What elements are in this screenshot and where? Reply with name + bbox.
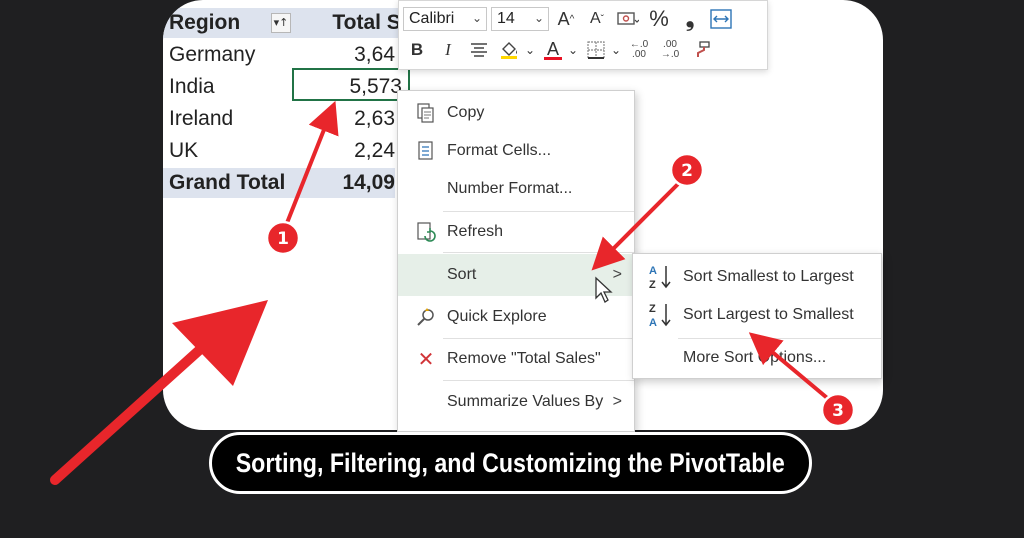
title-banner: Sorting, Filtering, and Customizing the … bbox=[209, 432, 812, 494]
callout-arrow bbox=[748, 332, 834, 404]
callout-badge-2: 2 bbox=[669, 152, 705, 188]
callout-number: 1 bbox=[277, 229, 289, 249]
banner-title: Sorting, Filtering, and Customizing the … bbox=[235, 447, 786, 478]
callout-number: 3 bbox=[832, 401, 844, 421]
callout-number: 2 bbox=[681, 161, 693, 181]
callout-badge-1: 1 bbox=[265, 220, 301, 256]
callout-badge-3: 3 bbox=[820, 392, 856, 428]
large-pointer-arrowhead bbox=[172, 300, 268, 386]
large-pointer-arrow bbox=[50, 340, 210, 485]
callout-arrow bbox=[591, 173, 689, 271]
callout-arrow bbox=[283, 100, 339, 229]
